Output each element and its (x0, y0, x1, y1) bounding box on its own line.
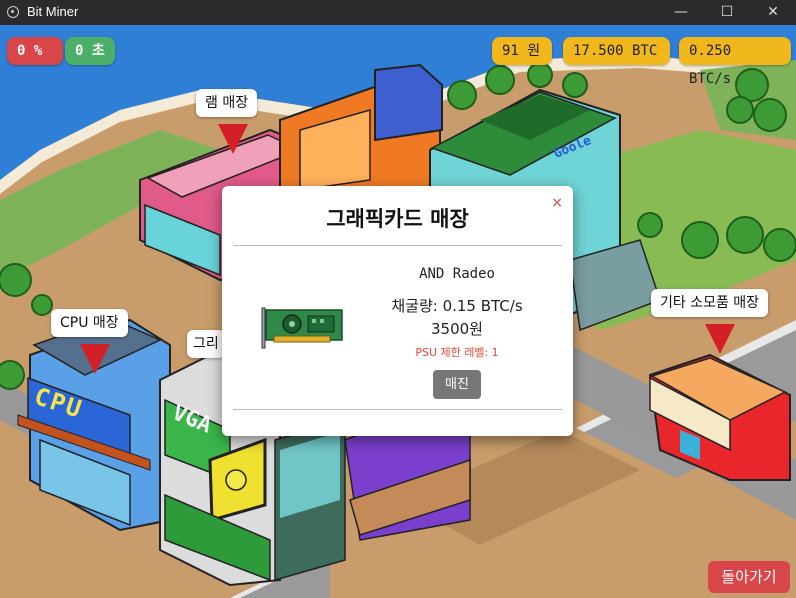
gpu-store-modal: 그래픽카드 매장 × AND Radeo 채굴량: 0.15 BTC/s 350… (222, 186, 573, 436)
pin-ram-icon[interactable] (218, 124, 248, 154)
minimize-button[interactable]: — (658, 0, 704, 25)
progress-percent: 0 % (7, 37, 63, 65)
elapsed-seconds: 0 초 (65, 37, 115, 65)
maximize-button[interactable]: ☐ (704, 0, 750, 25)
graphics-card-icon (261, 307, 343, 349)
store-label-gpu[interactable]: 그리 (187, 330, 225, 358)
close-icon[interactable]: × (551, 195, 563, 211)
store-label-ram[interactable]: 램 매장 (196, 89, 258, 117)
gpu-price: 3500원 (431, 320, 483, 338)
back-button[interactable]: 돌아가기 (708, 561, 790, 593)
sold-out-button[interactable]: 매진 (433, 370, 481, 399)
psu-limit-level: PSU 제한 레벨: 1 (415, 346, 499, 359)
window-title: Bit Miner (27, 4, 79, 19)
btc-counter: 17.500 BTC (563, 37, 670, 65)
modal-title: 그래픽카드 매장 (326, 207, 469, 231)
pin-cpu-icon[interactable] (80, 344, 110, 374)
title-bar: Bit Miner — ☐ ✕ (0, 0, 796, 25)
store-label-etc[interactable]: 기타 소모품 매장 (651, 289, 769, 317)
close-window-button[interactable]: ✕ (750, 0, 796, 25)
gpu-item-name: AND Radeo (419, 266, 495, 282)
btc-rate: 0.250 BTC/s (679, 37, 791, 87)
app-icon (7, 6, 19, 18)
gpu-mining-rate: 채굴량: 0.15 BTC/s (391, 297, 523, 315)
store-label-cpu[interactable]: CPU 매장 (51, 309, 128, 337)
pin-etc-icon[interactable] (705, 324, 735, 354)
modal-divider-top (233, 245, 562, 246)
modal-divider-bottom (233, 409, 562, 410)
money-counter: 91 원 (492, 37, 552, 65)
